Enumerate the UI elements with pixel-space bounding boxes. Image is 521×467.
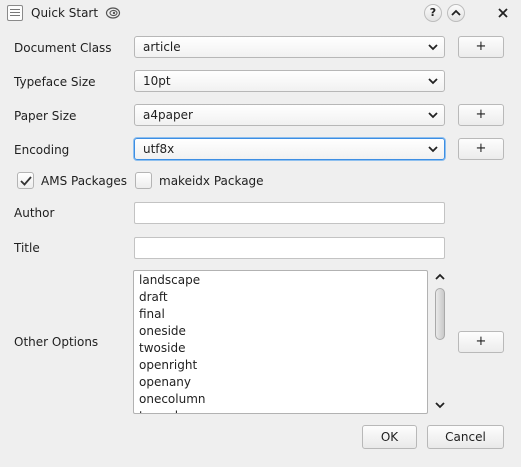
other-options-scrollbar[interactable]	[432, 270, 448, 414]
makeidx-package-label: makeidx Package	[159, 174, 264, 188]
chevron-down-icon	[428, 44, 438, 51]
minimize-button[interactable]	[447, 4, 465, 22]
other-options-list[interactable]: landscape draft final oneside twoside op…	[133, 270, 428, 414]
document-class-add-button[interactable]: +	[458, 36, 504, 58]
scroll-down-icon[interactable]	[432, 398, 448, 412]
ams-packages-label: AMS Packages	[41, 174, 127, 188]
list-item[interactable]: twoside	[139, 341, 185, 355]
list-item[interactable]: draft	[139, 290, 168, 304]
title-bar: Quick Start ?	[0, 0, 521, 26]
list-item[interactable]: openright	[139, 358, 197, 372]
cancel-button[interactable]: Cancel	[427, 425, 504, 449]
encoding-select[interactable]: utf8x	[134, 138, 445, 160]
list-item[interactable]: openany	[139, 375, 191, 389]
ok-button[interactable]: OK	[362, 425, 417, 449]
document-class-select[interactable]: article	[134, 36, 445, 58]
list-item[interactable]: final	[139, 307, 165, 321]
list-item[interactable]: landscape	[139, 273, 200, 287]
typeface-size-value: 10pt	[143, 74, 171, 88]
typeface-size-select[interactable]: 10pt	[134, 70, 445, 92]
close-icon	[498, 8, 508, 18]
swirl-icon	[105, 7, 121, 19]
help-button[interactable]: ?	[424, 4, 442, 22]
app-icon	[7, 5, 23, 21]
chevron-up-icon	[451, 9, 461, 16]
paper-size-add-button[interactable]: +	[458, 104, 504, 126]
other-options-add-button[interactable]: +	[458, 331, 504, 353]
title-label: Title	[14, 241, 40, 255]
encoding-value: utf8x	[143, 142, 175, 156]
checkmark-icon	[20, 176, 32, 186]
paper-size-label: Paper Size	[14, 109, 77, 123]
chevron-down-icon	[428, 78, 438, 85]
list-item[interactable]: oneside	[139, 324, 186, 338]
document-class-label: Document Class	[14, 41, 112, 55]
encoding-add-button[interactable]: +	[458, 138, 504, 160]
list-item[interactable]: onecolumn	[139, 392, 206, 406]
document-class-value: article	[143, 40, 181, 54]
typeface-size-label: Typeface Size	[14, 75, 96, 89]
window-title: Quick Start	[31, 6, 99, 20]
author-field[interactable]	[134, 202, 445, 224]
title-field[interactable]	[134, 237, 445, 259]
paper-size-select[interactable]: a4paper	[134, 104, 445, 126]
encoding-label: Encoding	[14, 143, 70, 157]
chevron-down-icon	[428, 112, 438, 119]
paper-size-value: a4paper	[143, 108, 193, 122]
list-item[interactable]: twocolumn	[139, 409, 205, 413]
close-button[interactable]	[494, 4, 512, 22]
chevron-down-icon	[428, 146, 438, 153]
scroll-up-icon[interactable]	[432, 270, 448, 284]
ams-packages-checkbox[interactable]	[17, 172, 34, 189]
makeidx-package-checkbox[interactable]	[135, 172, 152, 189]
author-label: Author	[14, 206, 55, 220]
scroll-thumb[interactable]	[435, 288, 445, 340]
other-options-label: Other Options	[14, 335, 99, 349]
